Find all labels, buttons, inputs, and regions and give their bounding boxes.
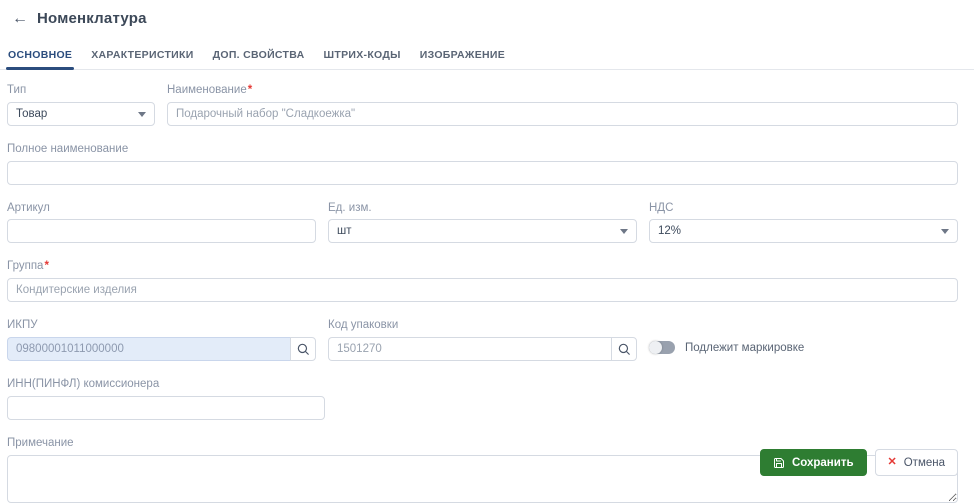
ikpu-label: ИКПУ [7,319,38,332]
footer-actions: Сохранить ✕ Отмена [759,449,958,476]
vat-select[interactable] [649,219,958,244]
tab-bar: ОСНОВНОЕ ХАРАКТЕРИСТИКИ ДОП. СВОЙСТВА ШТ… [0,43,974,70]
package-code-input[interactable] [328,336,611,361]
marking-toggle-label: Подлежит маркировке [685,341,805,354]
nomenclature-page: ← Номенклатура ОСНОВНОЕ ХАРАКТЕРИСТИКИ Д… [0,0,974,503]
article-label: Артикул [7,201,50,214]
marking-toggle[interactable] [649,341,675,355]
unit-select-value[interactable] [328,219,637,244]
name-label: Наименование* [167,84,253,96]
save-button-label: Сохранить [791,456,854,469]
package-code-label: Код упаковки [328,319,399,332]
type-label: Тип [7,84,27,96]
unit-label: Ед. изм. [328,201,372,214]
tab-image[interactable]: ИЗОБРАЖЕНИЕ [420,43,505,69]
page-header: ← Номенклатура [0,0,974,27]
close-icon: ✕ [887,456,897,468]
save-button[interactable]: Сохранить [759,449,867,476]
tab-extra-properties[interactable]: ДОП. СВОЙСТВА [213,43,305,69]
inn-input[interactable] [7,395,325,420]
required-asterisk: * [44,260,49,273]
inn-label: ИНН(ПИНФЛ) комиссионера [7,377,160,390]
group-input[interactable] [7,278,958,303]
full-name-label: Полное наименование [7,142,129,155]
tab-characteristics[interactable]: ХАРАКТЕРИСТИКИ [91,43,193,69]
package-code-search-button[interactable] [611,336,637,361]
tab-barcodes[interactable]: ШТРИХ-КОДЫ [324,43,401,69]
nomenclature-form: Тип Наименование* Полное наименование Ар… [0,70,974,503]
cancel-button-label: Отмена [903,456,945,469]
type-select[interactable] [7,101,155,126]
toggle-knob-icon [649,341,662,355]
required-asterisk: * [247,84,253,96]
save-icon [773,457,784,468]
vat-select-value[interactable] [649,219,958,244]
tab-main[interactable]: ОСНОВНОЕ [5,43,75,70]
search-icon [297,343,309,355]
vat-label: НДС [649,201,674,214]
ikpu-input[interactable] [7,336,290,361]
unit-select[interactable] [328,219,637,244]
full-name-input[interactable] [7,160,958,185]
type-select-value[interactable] [7,101,155,126]
cancel-button[interactable]: ✕ Отмена [874,449,958,476]
search-icon [618,343,630,355]
ikpu-search-button[interactable] [290,336,316,361]
name-input[interactable] [167,101,958,126]
back-arrow-icon[interactable]: ← [12,10,28,27]
page-title: Номенклатура [37,10,147,27]
group-label: Группа* [7,260,49,273]
article-input[interactable] [7,219,316,244]
